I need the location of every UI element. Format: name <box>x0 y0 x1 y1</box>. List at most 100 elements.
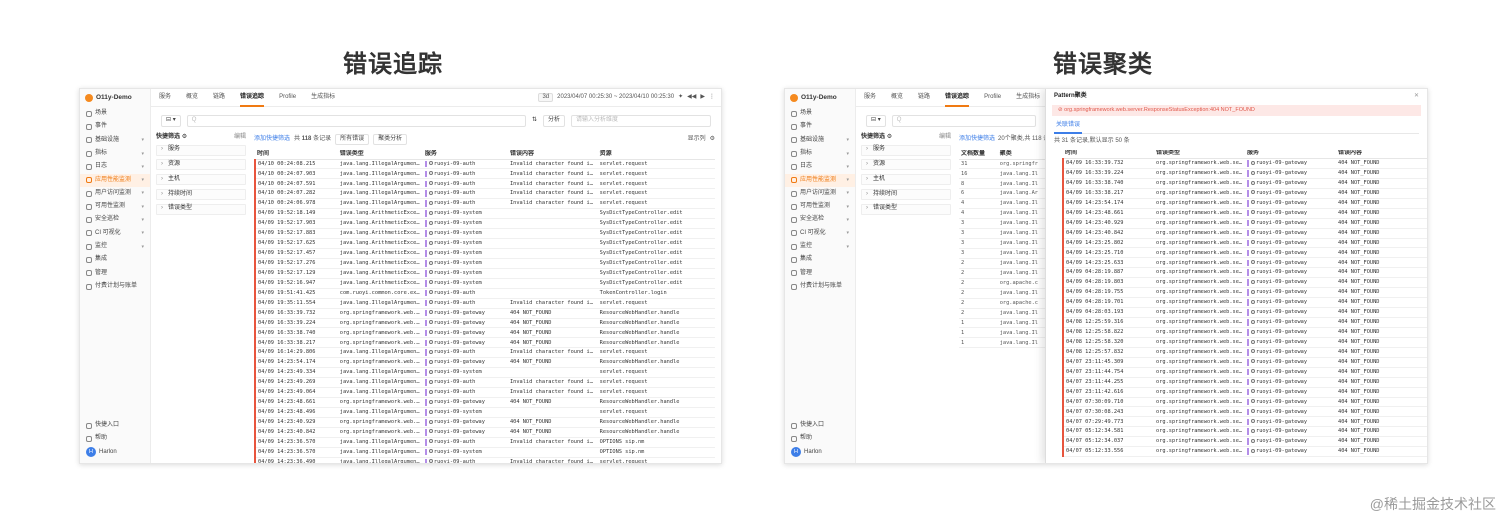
range-short[interactable]: 3d <box>538 92 554 103</box>
quick-filter-item[interactable]: › 持续时间 <box>861 188 951 200</box>
edit-link[interactable]: 编辑 <box>939 134 951 142</box>
time-range[interactable]: 3d 2023/04/07 00:25:30 ~ 2023/04/10 00:2… <box>538 92 721 103</box>
cluster-row[interactable]: 1 java.lang.Il <box>959 318 1045 329</box>
quick-filter-item[interactable]: › 服务 <box>156 144 246 156</box>
sidebar-item[interactable]: 应用性能监测 ▾ <box>80 173 150 187</box>
table-row[interactable]: 04/09 16:33:39.224 org.springframework.we… <box>254 318 715 329</box>
nav-shortcuts[interactable]: 快捷入口 <box>80 419 150 432</box>
sidebar-item[interactable]: 日志 ▾ <box>80 160 150 173</box>
sidebar-item[interactable]: 用户访问监测 ▾ <box>80 187 150 200</box>
table-row[interactable]: 04/09 14:23:36.490 java.lang.IllegalArgum… <box>254 457 715 463</box>
pin-icon[interactable]: ✦ <box>678 94 683 102</box>
sidebar-item[interactable]: 场景 <box>785 107 855 120</box>
table-row[interactable]: 04/09 14:23:40.842 org.springframework.we… <box>254 427 715 438</box>
table-row[interactable]: 04/09 14:23:48.661 org.springframework.we… <box>254 397 715 408</box>
cluster-row[interactable]: 8 java.lang.Il <box>959 178 1045 190</box>
table-row[interactable]: 04/07 23:11:42.616 org.springframework.we… <box>1062 387 1427 398</box>
table-row[interactable]: 04/09 19:52:17.903 java.lang.ArithmeticEx… <box>254 218 715 230</box>
table-row[interactable]: 04/09 19:51:41.425 com.ruoyi.common.core.… <box>254 288 715 299</box>
table-row[interactable]: 04/08 12:25:57.832 org.springframework.we… <box>1062 347 1427 358</box>
cluster-row[interactable]: 2 org.apache.c <box>959 278 1045 289</box>
column-header[interactable]: 错误类型 <box>1154 149 1245 159</box>
table-row[interactable]: 04/09 14:23:54.174 org.springframework.we… <box>254 357 715 369</box>
table-row[interactable]: 04/07 05:12:33.556 org.springframework.we… <box>1062 446 1427 458</box>
cluster-row[interactable]: 3 java.lang.Il <box>959 238 1045 249</box>
table-row[interactable]: 04/07 23:11:44.754 org.springframework.we… <box>1062 367 1427 378</box>
sidebar-item[interactable]: 事件 <box>785 120 855 133</box>
sidebar-item[interactable]: 管理 <box>80 267 150 280</box>
nav-help[interactable]: 帮助 <box>80 432 150 445</box>
user-menu[interactable]: H Harlon <box>80 446 150 459</box>
table-row[interactable]: 04/10 00:24:06.978 java.lang.IllegalArgum… <box>254 198 715 210</box>
table-row[interactable]: 04/08 12:25:59.316 org.springframework.we… <box>1062 317 1427 328</box>
table-row[interactable]: 04/09 19:52:17.625 java.lang.ArithmeticEx… <box>254 238 715 249</box>
tab-item[interactable]: 链路 <box>918 89 930 107</box>
table-row[interactable]: 04/09 16:33:38.217 org.springframework.we… <box>254 337 715 349</box>
column-header[interactable]: 资源 <box>597 150 715 160</box>
table-row[interactable]: 04/08 12:25:58.320 org.springframework.we… <box>1062 337 1427 348</box>
table-row[interactable]: 04/09 14:23:25.633 org.springframework.we… <box>1062 257 1427 269</box>
table-row[interactable]: 04/09 04:28:19.803 org.springframework.we… <box>1062 277 1427 289</box>
quick-filter-item[interactable]: › 主机 <box>156 174 246 186</box>
cluster-row[interactable]: 3 java.lang.Il <box>959 228 1045 239</box>
table-row[interactable]: 04/09 16:33:39.224 org.springframework.we… <box>1062 168 1427 179</box>
filter-icon[interactable]: ⇅ <box>532 117 537 125</box>
play-icon[interactable]: ▶ <box>700 94 705 102</box>
quick-filter-item[interactable]: › 主机 <box>861 174 951 186</box>
table-row[interactable]: 04/10 00:24:08.215 java.lang.IllegalArgum… <box>254 159 715 170</box>
search-input[interactable]: Q <box>891 115 1036 127</box>
table-row[interactable]: 04/09 16:33:38.740 org.springframework.we… <box>254 327 715 339</box>
sidebar-item[interactable]: 安全巡检 ▾ <box>785 214 855 227</box>
prev-icon[interactable]: ◀◀ <box>687 94 696 102</box>
table-row[interactable]: 04/09 14:23:25.802 org.springframework.we… <box>1062 238 1427 249</box>
app-logo[interactable]: O11y-Demo <box>785 89 855 107</box>
sidebar-item[interactable]: CI 可视化 ▾ <box>80 227 150 240</box>
cluster-row[interactable]: 2 java.lang.Il <box>959 308 1045 319</box>
sidebar-item[interactable]: 可用性监测 ▾ <box>785 200 855 213</box>
tab-item[interactable]: 服务 <box>864 89 876 107</box>
table-row[interactable]: 04/09 14:23:49.334 java.lang.IllegalArgum… <box>254 367 715 379</box>
user-menu[interactable]: H Harlon <box>785 446 855 459</box>
sidebar-item[interactable]: 集成 <box>80 253 150 266</box>
quick-filter-item[interactable]: › 服务 <box>861 144 951 156</box>
sidebar-item[interactable]: 应用性能监测 ▾ <box>785 173 855 187</box>
table-row[interactable]: 04/09 16:33:38.740 org.springframework.we… <box>1062 178 1427 189</box>
table-row[interactable]: 04/09 14:23:40.929 org.springframework.we… <box>254 417 715 428</box>
table-row[interactable]: 04/07 23:11:45.309 org.springframework.we… <box>1062 357 1427 368</box>
column-header[interactable]: 时间 <box>255 150 338 160</box>
tab-item[interactable]: 概览 <box>891 89 903 107</box>
sidebar-item[interactable]: 管理 <box>785 267 855 280</box>
tab-item[interactable]: 生成指标 <box>1016 89 1040 107</box>
table-row[interactable]: 04/09 19:35:11.554 java.lang.IllegalArgum… <box>254 298 715 309</box>
source-select[interactable]: ⊟ ▾ <box>866 115 886 127</box>
sidebar-item[interactable]: 指标 ▾ <box>80 147 150 160</box>
table-row[interactable]: 04/09 19:52:17.276 java.lang.ArithmeticEx… <box>254 258 715 269</box>
quick-filter-item[interactable]: › 错误类型 <box>861 203 951 215</box>
more-icon[interactable]: ⋮ <box>709 94 715 102</box>
table-row[interactable]: 04/09 04:28:19.887 org.springframework.we… <box>1062 267 1427 279</box>
column-header[interactable]: 时间 <box>1063 149 1154 159</box>
table-row[interactable]: 04/09 14:23:36.570 java.lang.IllegalArgum… <box>254 437 715 448</box>
table-row[interactable]: 04/09 19:52:18.149 java.lang.ArithmeticEx… <box>254 208 715 220</box>
display-columns[interactable]: 显示列 <box>688 136 706 144</box>
quick-filter-item[interactable]: › 资源 <box>861 159 951 171</box>
table-row[interactable]: 04/09 04:28:03.193 org.springframework.we… <box>1062 307 1427 318</box>
table-row[interactable]: 04/07 05:12:34.037 org.springframework.we… <box>1062 436 1427 448</box>
table-row[interactable]: 04/09 19:52:17.129 java.lang.ArithmeticEx… <box>254 268 715 279</box>
table-row[interactable]: 04/09 14:23:48.661 org.springframework.we… <box>1062 208 1427 219</box>
table-row[interactable]: 04/09 14:23:54.174 org.springframework.we… <box>1062 198 1427 209</box>
settings-icon[interactable]: ⚙ <box>710 136 715 144</box>
sidebar-item[interactable]: 付费计划与账单 <box>80 280 150 293</box>
table-row[interactable]: 04/09 04:28:19.755 org.springframework.we… <box>1062 287 1427 299</box>
sidebar-item[interactable]: 付费计划与账单 <box>785 280 855 293</box>
cluster-row[interactable]: 1 java.lang.Il <box>959 337 1045 349</box>
quick-filter-item[interactable]: › 错误类型 <box>156 203 246 215</box>
table-row[interactable]: 04/07 07:29:49.773 org.springframework.we… <box>1062 416 1427 428</box>
sidebar-item[interactable]: 监控 ▾ <box>785 240 855 253</box>
sidebar-item[interactable]: 事件 <box>80 120 150 133</box>
cluster-row[interactable]: 3 java.lang.Il <box>959 218 1045 230</box>
cluster-row[interactable]: 31 org.springfr <box>959 159 1045 170</box>
source-select[interactable]: ⊟ ▾ <box>161 115 181 127</box>
tab-item[interactable]: Profile <box>984 89 1001 107</box>
sidebar-item[interactable]: 可用性监测 ▾ <box>80 200 150 213</box>
